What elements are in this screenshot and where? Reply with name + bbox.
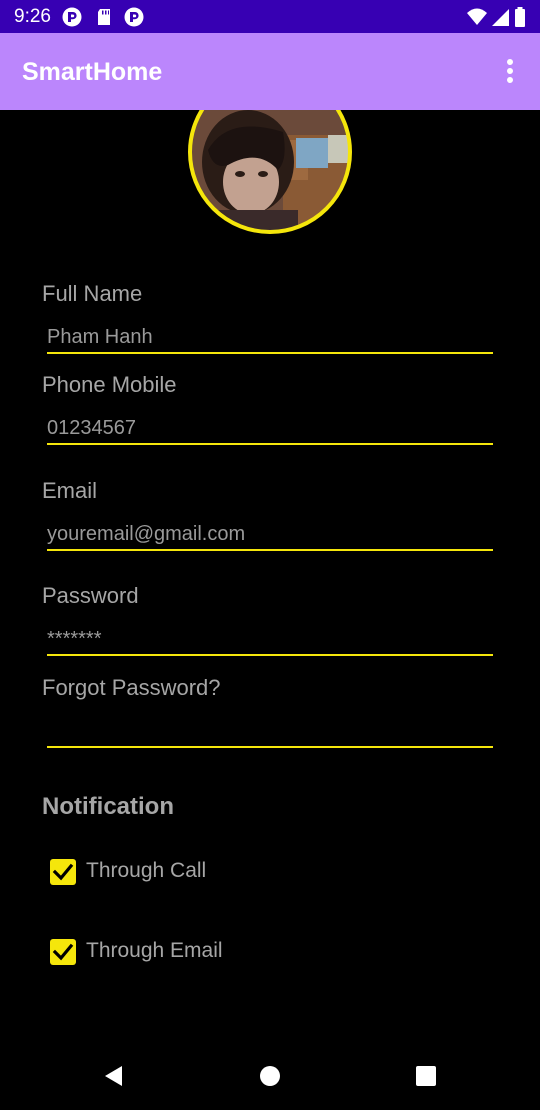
profile-avatar[interactable] — [188, 110, 353, 235]
through-call-label: Through Call — [86, 859, 207, 882]
forgot-password-label[interactable]: Forgot Password? — [42, 675, 221, 701]
pocket-casts-icon — [124, 7, 144, 27]
notification-title: Notification — [42, 793, 174, 820]
password-input[interactable] — [47, 624, 493, 656]
email-label: Email — [42, 478, 98, 503]
checkbox-checked-icon[interactable] — [50, 939, 76, 965]
app-title: SmartHome — [22, 58, 163, 86]
sd-card-icon — [98, 9, 110, 25]
system-nav-bar — [0, 1040, 540, 1110]
phone-label: Phone Mobile — [42, 372, 177, 397]
recents-icon[interactable] — [410, 1060, 442, 1092]
through-email-label: Through Email — [86, 939, 223, 962]
home-icon[interactable] — [254, 1060, 286, 1092]
phone-input[interactable] — [47, 413, 493, 445]
forgot-password-input[interactable] — [47, 716, 493, 748]
more-vertical-icon[interactable] — [496, 56, 524, 86]
battery-icon — [515, 7, 525, 27]
status-bar: 9:26 — [0, 0, 540, 33]
checkbox-checked-icon[interactable] — [50, 859, 76, 885]
email-input[interactable] — [47, 519, 493, 551]
pocket-casts-icon — [62, 7, 82, 27]
full-name-input[interactable] — [47, 322, 493, 354]
full-name-label: Full Name — [42, 281, 143, 306]
status-time: 9:26 — [14, 6, 51, 27]
password-label: Password — [42, 583, 139, 608]
wifi-icon — [467, 8, 487, 25]
app-bar: SmartHome — [0, 33, 540, 110]
cell-signal-icon — [492, 9, 509, 26]
back-icon[interactable] — [98, 1060, 130, 1092]
